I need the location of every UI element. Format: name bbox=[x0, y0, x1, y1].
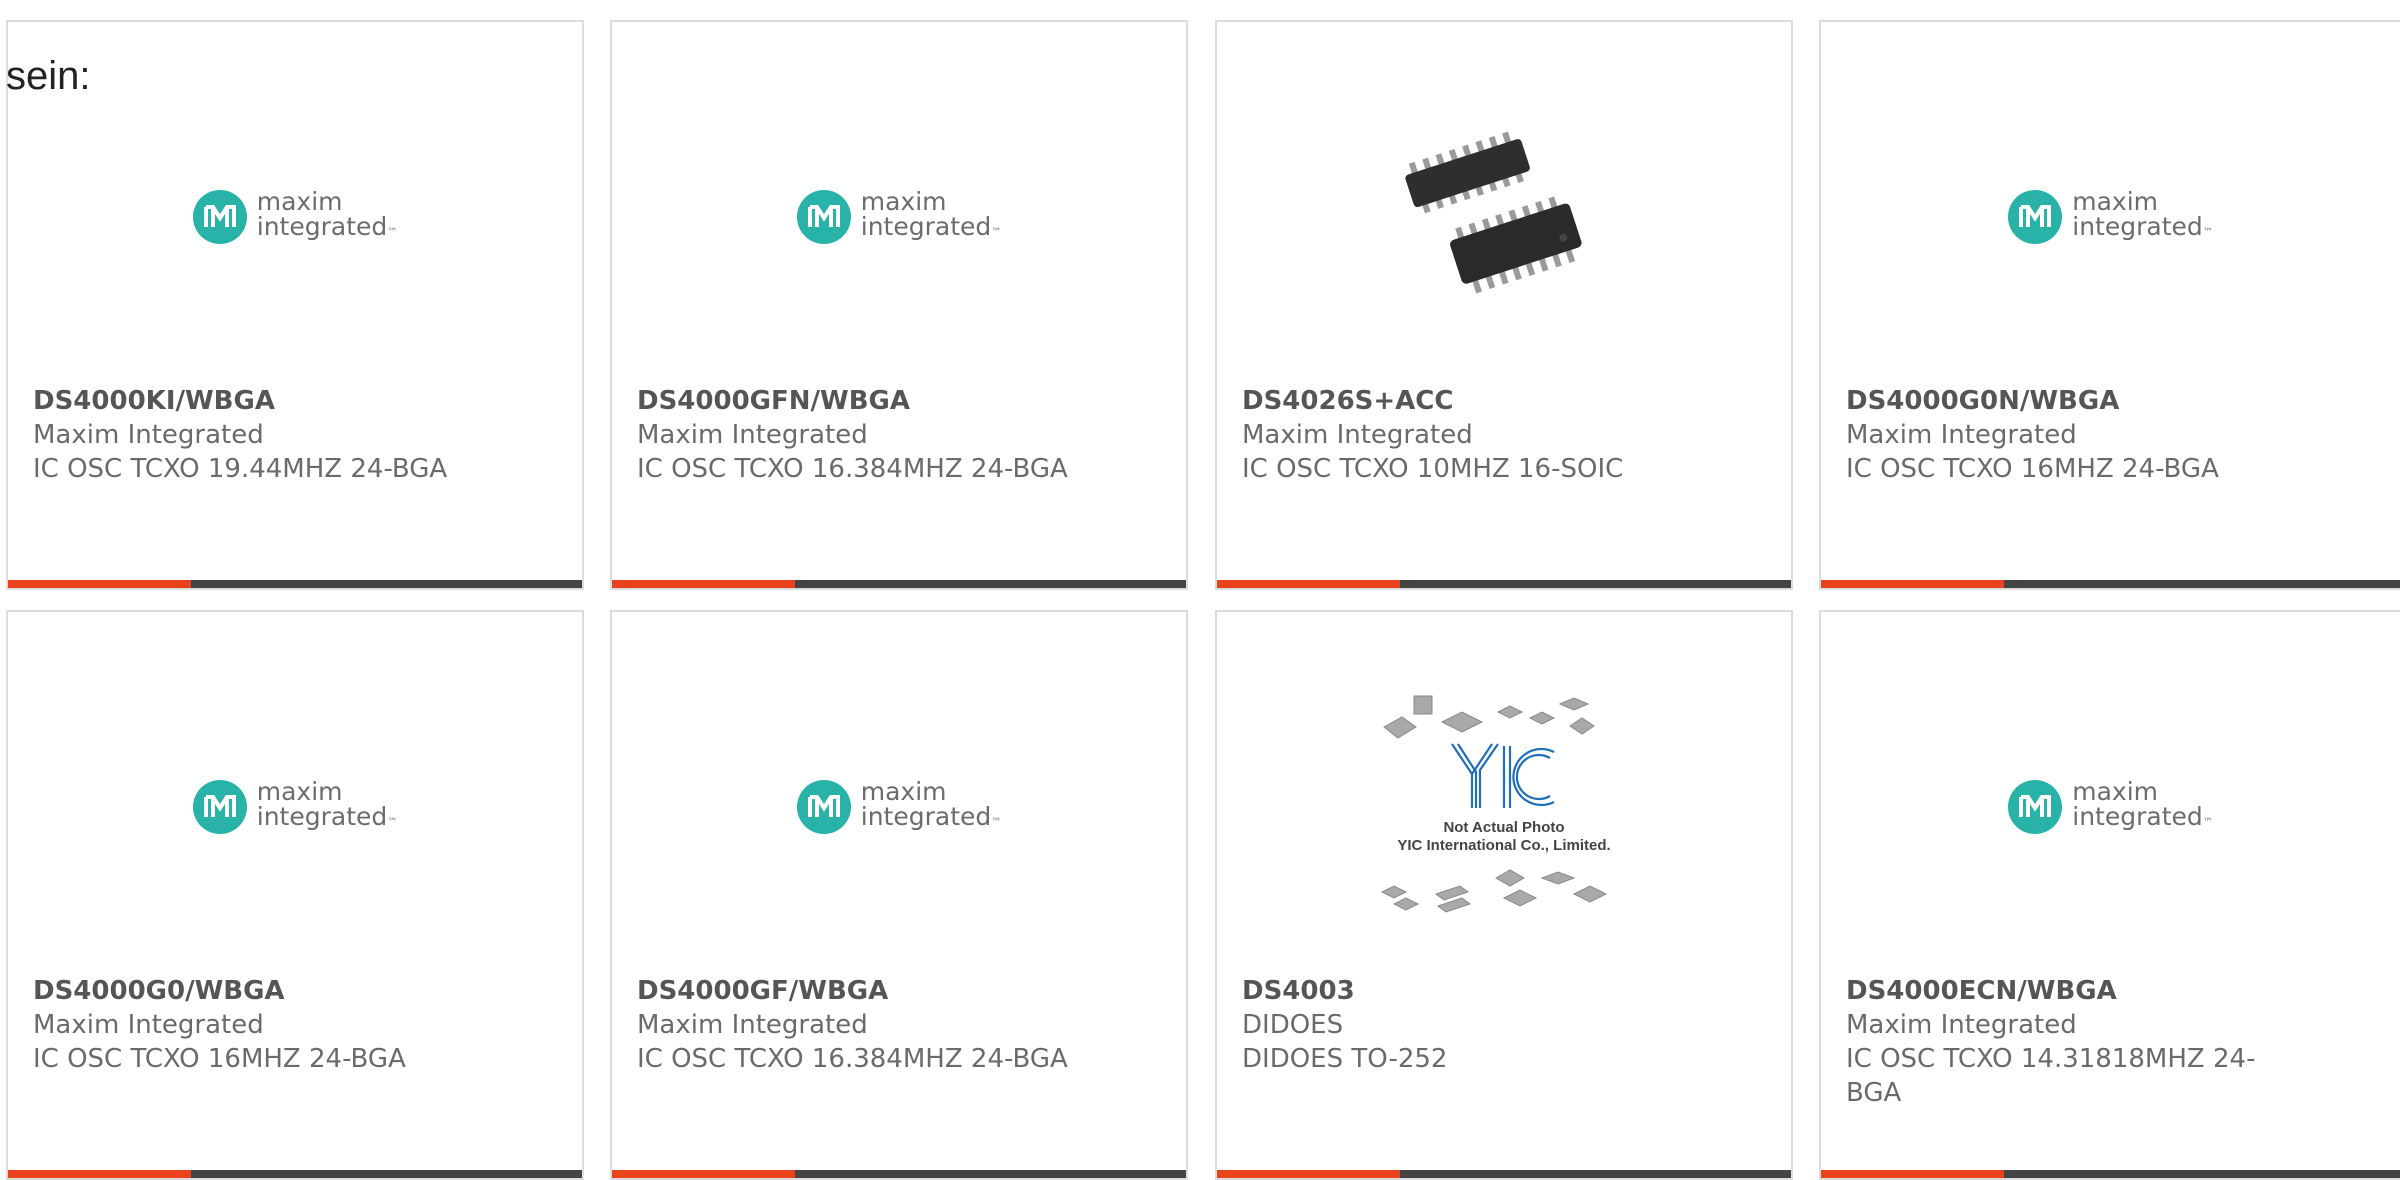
logo-line-2: integrated bbox=[860, 802, 992, 831]
product-part-number[interactable]: DS4000ECN/WBGA bbox=[1846, 974, 2117, 1008]
product-manufacturer: Maxim Integrated bbox=[637, 420, 868, 450]
product-description: IC OSC TCXO 16.384MHZ 24-BGA bbox=[637, 454, 1068, 484]
product-manufacturer: Maxim Integrated bbox=[1846, 1010, 2077, 1040]
logo-line-1: maxim bbox=[2072, 777, 2159, 806]
product-image[interactable]: maxim integrated™ bbox=[8, 92, 582, 342]
maxim-logo: maxim integrated™ bbox=[796, 187, 1002, 245]
product-description: IC OSC TCXO 19.44MHZ 24-BGA bbox=[33, 454, 448, 484]
product-manufacturer: Maxim Integrated bbox=[1242, 420, 1473, 450]
product-description: IC OSC TCXO 16.384MHZ 24-BGA bbox=[637, 1044, 1068, 1074]
card-footer-bar bbox=[1217, 580, 1791, 588]
yic-logo bbox=[1451, 743, 1555, 808]
intro-text: sein: bbox=[6, 54, 91, 98]
product-part-number[interactable]: DS4000KI/WBGA bbox=[33, 384, 275, 418]
product-card[interactable]: maxim integrated™ DS4000G0/WBGA Maxim In… bbox=[6, 610, 584, 1180]
logo-line-1: maxim bbox=[860, 187, 947, 216]
maxim-logo: maxim integrated™ bbox=[2008, 189, 2213, 245]
maxim-logo-icon bbox=[796, 190, 851, 244]
product-description: DIDOES TO-252 bbox=[1242, 1044, 1448, 1074]
soic-chip-photo bbox=[1405, 131, 1582, 294]
product-manufacturer: Maxim Integrated bbox=[33, 1010, 264, 1040]
product-card[interactable]: maxim integrated™ DS4000GF/WBGA Maxim In… bbox=[610, 610, 1188, 1180]
logo-tm: ™ bbox=[2202, 227, 2213, 238]
maxim-logo-icon bbox=[2008, 190, 2063, 244]
card-footer-bar bbox=[612, 1170, 1186, 1178]
maxim-logo: maxim integrated™ bbox=[2008, 779, 2213, 835]
product-image[interactable]: Not Actual Photo YIC International Co., … bbox=[1217, 682, 1791, 932]
maxim-logo: maxim integrated™ bbox=[192, 187, 398, 245]
maxim-logo-icon bbox=[796, 780, 851, 834]
product-image[interactable]: maxim integrated™ bbox=[612, 682, 1186, 932]
product-manufacturer: Maxim Integrated bbox=[1846, 420, 2077, 450]
product-manufacturer: Maxim Integrated bbox=[637, 1010, 868, 1040]
logo-tm: ™ bbox=[991, 227, 1002, 238]
product-part-number[interactable]: DS4000G0N/WBGA bbox=[1846, 384, 2119, 418]
logo-line-1: maxim bbox=[860, 777, 947, 806]
yic-placeholder-image: Not Actual Photo YIC International Co., … bbox=[1380, 695, 1611, 913]
maxim-logo: maxim integrated™ bbox=[192, 777, 398, 835]
card-footer-bar bbox=[612, 580, 1186, 588]
card-footer-bar bbox=[8, 580, 582, 588]
maxim-logo-icon bbox=[192, 780, 247, 834]
placeholder-note-2: YIC International Co., Limited. bbox=[1397, 837, 1610, 854]
placeholder-note-1: Not Actual Photo bbox=[1443, 819, 1564, 836]
product-image[interactable] bbox=[1217, 92, 1791, 342]
product-card[interactable]: Not Actual Photo YIC International Co., … bbox=[1215, 610, 1793, 1180]
card-footer-bar bbox=[1821, 1170, 2400, 1178]
product-image[interactable]: maxim integrated™ bbox=[1821, 92, 2400, 342]
product-card[interactable]: maxim integrated™ DS4000GFN/WBGA Maxim I… bbox=[610, 20, 1188, 590]
logo-tm: ™ bbox=[387, 817, 398, 828]
product-card[interactable]: maxim integrated™ DS4000G0N/WBGA Maxim I… bbox=[1819, 20, 2400, 590]
product-description: IC OSC TCXO 14.31818MHZ 24-BGA bbox=[1846, 1044, 2256, 1108]
maxim-logo: maxim integrated™ bbox=[796, 777, 1002, 835]
product-description: IC OSC TCXO 16MHZ 24-BGA bbox=[1846, 454, 2219, 484]
logo-tm: ™ bbox=[2202, 817, 2213, 828]
logo-line-2: integrated bbox=[2072, 802, 2203, 831]
product-part-number[interactable]: DS4000GF/WBGA bbox=[637, 974, 888, 1008]
product-manufacturer: Maxim Integrated bbox=[33, 420, 264, 450]
card-footer-bar bbox=[1821, 580, 2400, 588]
logo-line-2: integrated bbox=[256, 212, 388, 241]
logo-line-1: maxim bbox=[256, 187, 343, 216]
product-description: IC OSC TCXO 16MHZ 24-BGA bbox=[33, 1044, 406, 1074]
card-footer-bar bbox=[1217, 1170, 1791, 1178]
card-footer-bar bbox=[8, 1170, 582, 1178]
logo-tm: ™ bbox=[387, 227, 398, 238]
product-card[interactable]: maxim integrated™ DS4000KI/WBGA Maxim In… bbox=[6, 20, 584, 590]
product-part-number[interactable]: DS4026S+ACC bbox=[1242, 384, 1453, 418]
logo-line-2: integrated bbox=[860, 212, 992, 241]
product-description: IC OSC TCXO 10MHZ 16-SOIC bbox=[1242, 454, 1624, 484]
product-card[interactable]: DS4026S+ACC Maxim Integrated IC OSC TCXO… bbox=[1215, 20, 1793, 590]
product-part-number[interactable]: DS4000GFN/WBGA bbox=[637, 384, 910, 418]
logo-line-1: maxim bbox=[256, 777, 343, 806]
product-card[interactable]: maxim integrated™ DS4000ECN/WBGA Maxim I… bbox=[1819, 610, 2400, 1180]
product-part-number[interactable]: DS4000G0/WBGA bbox=[33, 974, 285, 1008]
logo-line-2: integrated bbox=[256, 802, 388, 831]
maxim-logo-icon bbox=[2008, 780, 2063, 834]
logo-line-2: integrated bbox=[2072, 212, 2203, 241]
product-manufacturer: DIDOES bbox=[1242, 1010, 1344, 1040]
product-part-number[interactable]: DS4003 bbox=[1242, 974, 1355, 1008]
logo-tm: ™ bbox=[991, 817, 1002, 828]
product-image[interactable]: maxim integrated™ bbox=[8, 682, 582, 932]
maxim-logo-icon bbox=[192, 190, 247, 244]
product-image[interactable]: maxim integrated™ bbox=[1821, 682, 2400, 932]
logo-line-1: maxim bbox=[2072, 187, 2159, 216]
product-grid: maxim integrated™ DS4000KI/WBGA Maxim In… bbox=[0, 0, 2400, 1180]
product-image[interactable]: maxim integrated™ bbox=[612, 92, 1186, 342]
